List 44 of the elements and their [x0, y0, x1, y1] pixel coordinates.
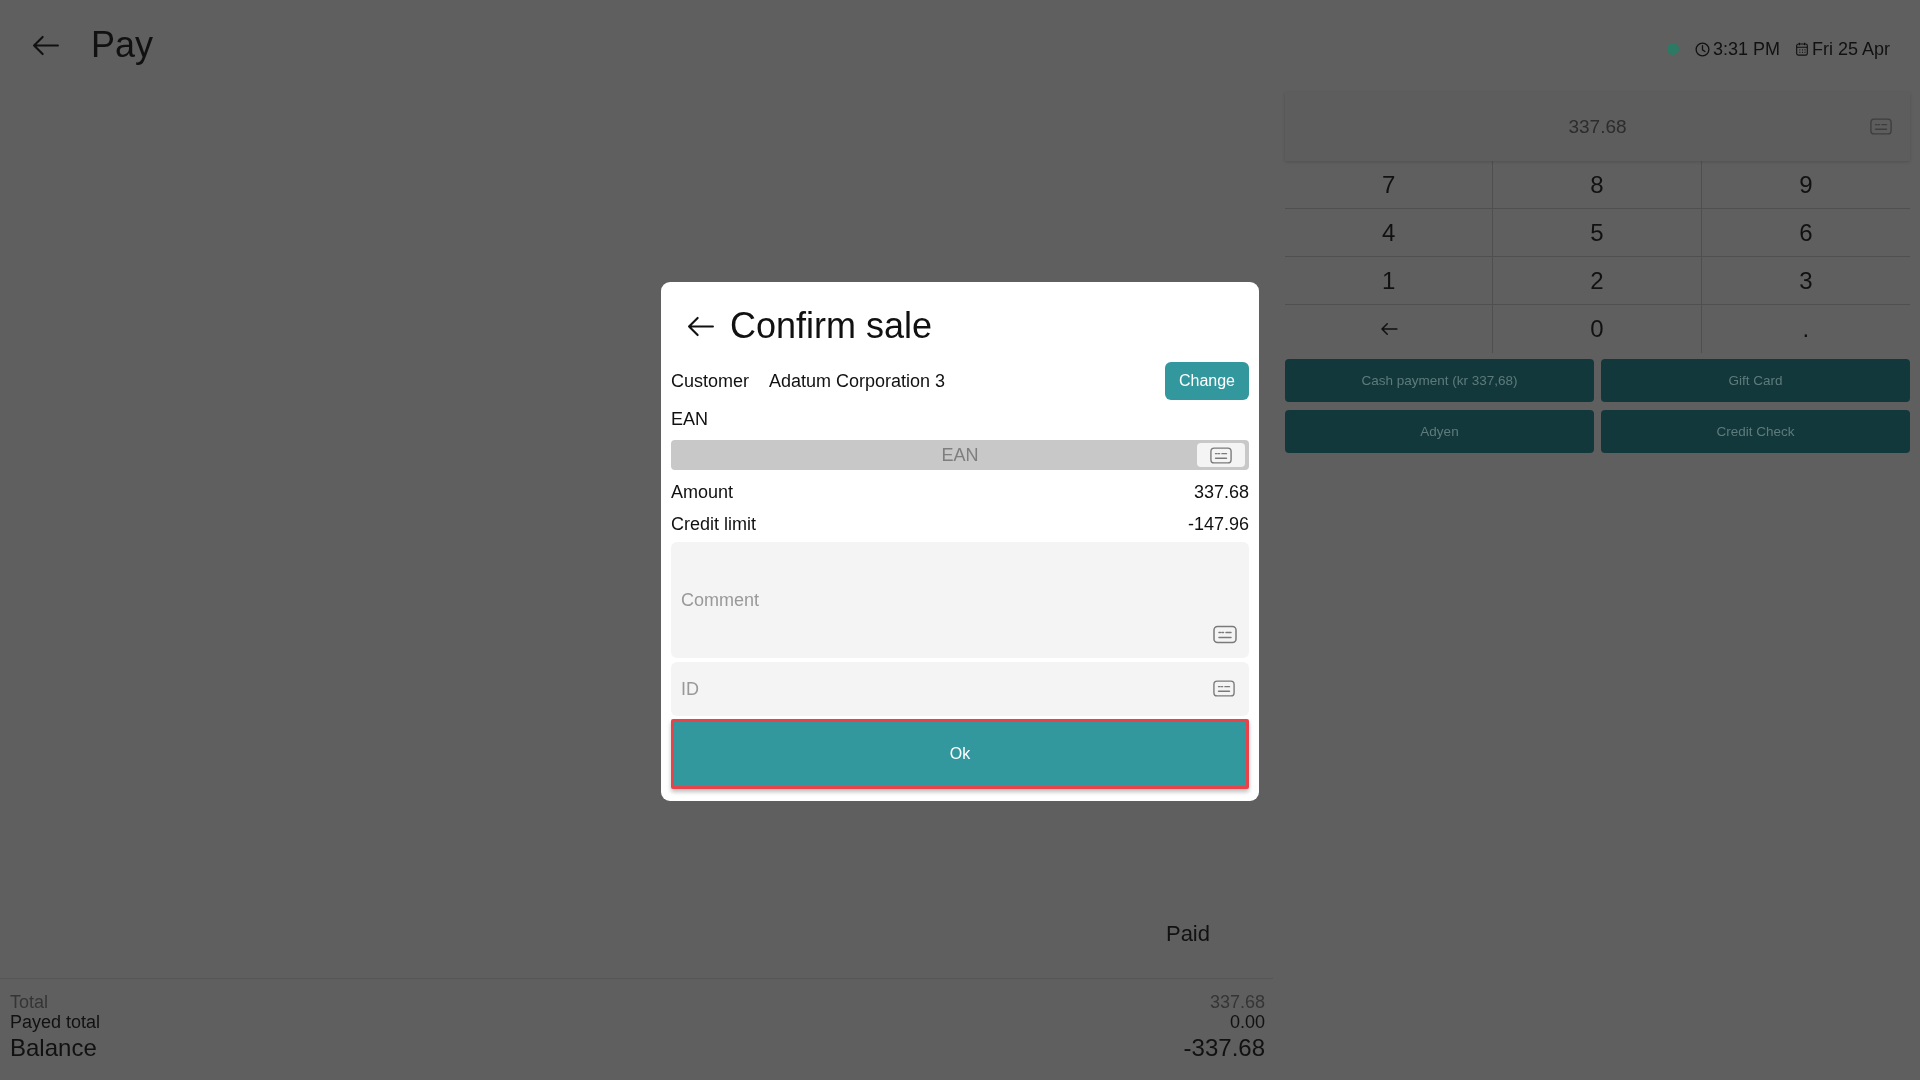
clock-icon: [1694, 41, 1710, 57]
paid-label: Paid: [1165, 921, 1210, 947]
payment-button[interactable]: Adyen: [1285, 410, 1594, 453]
keyboard-icon[interactable]: [1213, 625, 1237, 644]
comment-field[interactable]: Comment: [671, 542, 1249, 658]
customer-name: Adatum Corporation 3: [769, 370, 946, 392]
ean-label: EAN: [671, 409, 708, 429]
change-button[interactable]: Change: [1165, 362, 1249, 400]
numpad-key[interactable]: 7: [1285, 161, 1494, 209]
summary-value: -147.96: [1187, 513, 1249, 536]
total-value: 0.00: [1229, 1012, 1265, 1032]
payment-button[interactable]: Credit Check: [1601, 410, 1910, 453]
arrow-left-icon: [31, 34, 59, 56]
keyboard-icon: [1210, 446, 1232, 464]
keyboard-button[interactable]: [1197, 443, 1245, 467]
summary-label: Credit limit: [671, 513, 756, 536]
numpad-key[interactable]: 2: [1493, 257, 1702, 305]
numpad-key[interactable]: 0: [1493, 305, 1702, 353]
keyboard-icon[interactable]: [1213, 680, 1235, 697]
numpad-key[interactable]: 3: [1701, 257, 1910, 305]
numpad-key[interactable]: 6: [1701, 209, 1910, 257]
numpad-key[interactable]: 9: [1701, 161, 1910, 209]
dialog-title: Confirm sale: [730, 305, 933, 347]
numpad-key[interactable]: 1: [1285, 257, 1494, 305]
payment-button[interactable]: Gift Card: [1601, 359, 1910, 402]
numpad-key[interactable]: 4: [1285, 209, 1494, 257]
summary-label: Amount: [671, 481, 734, 504]
date-text: Fri 25 Apr: [1811, 38, 1890, 60]
numpad-key[interactable]: 8: [1493, 161, 1702, 209]
arrow-left-icon: [686, 315, 714, 337]
page-title: Pay: [91, 24, 154, 66]
numpad-key[interactable]: .: [1701, 305, 1910, 353]
calendar-icon: [1795, 42, 1808, 56]
customer-label: Customer: [671, 370, 750, 392]
arrow-left-icon: [1379, 322, 1398, 336]
total-label: Payed total: [10, 1012, 101, 1032]
payment-button[interactable]: Cash payment (kr 337,68): [1285, 359, 1594, 402]
id-field[interactable]: ID: [671, 662, 1249, 716]
total-value: -337.68: [1183, 1033, 1265, 1063]
summary-value: 337.68: [1193, 481, 1249, 504]
ok-button[interactable]: Ok: [671, 719, 1249, 789]
numpad-key[interactable]: 5: [1493, 209, 1702, 257]
time-text: 3:31 PM: [1712, 38, 1780, 60]
total-label: Balance: [10, 1033, 97, 1063]
